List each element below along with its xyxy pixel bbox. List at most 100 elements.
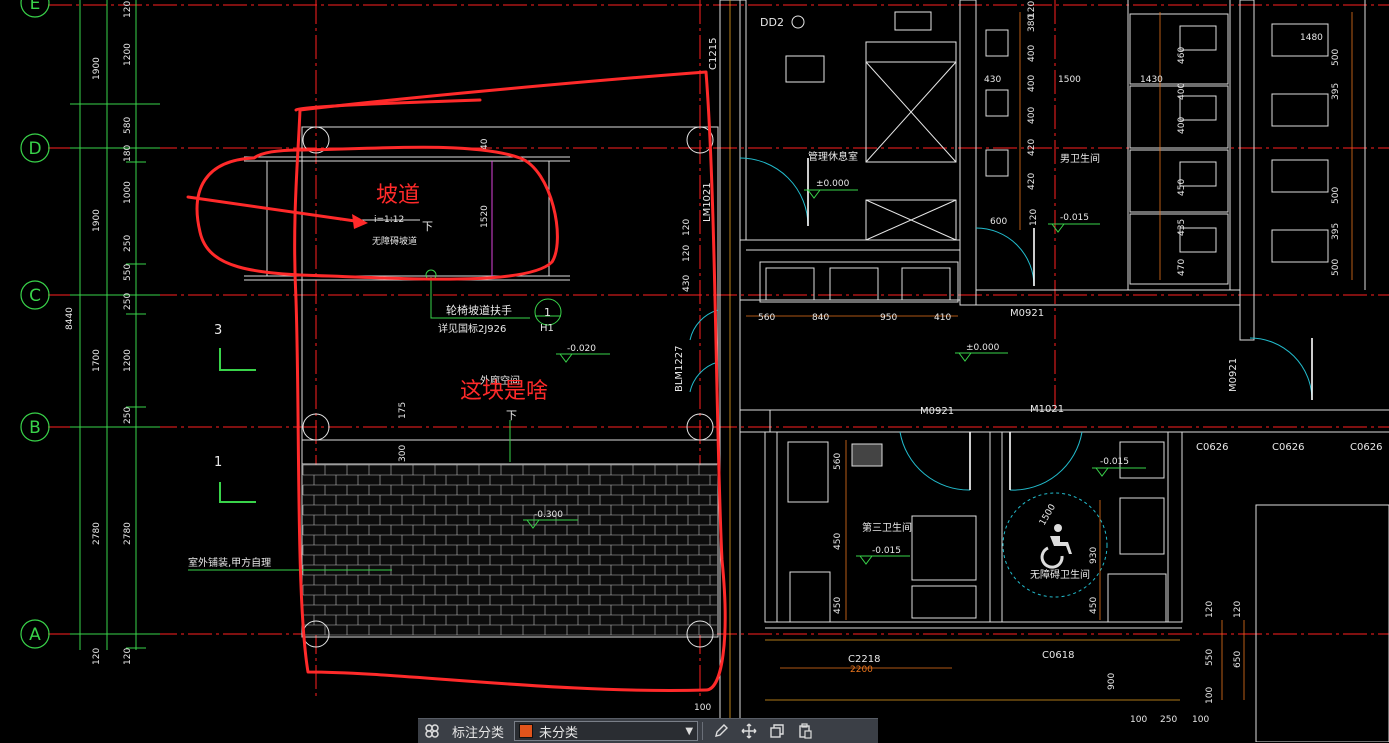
ramp-dim-40: 40: [480, 138, 490, 150]
door-tag-blm1227: BLM1227: [674, 345, 685, 392]
section-mark-3: 3: [214, 323, 222, 338]
dim-right: 400: [1177, 117, 1187, 134]
manager-room-label: 管理休息室: [808, 150, 858, 163]
axis-label-e: E: [30, 0, 41, 14]
pencil-icon[interactable]: [707, 719, 735, 743]
dim-120: 120: [682, 245, 692, 262]
dim-120: 120: [1029, 209, 1039, 226]
category-dropdown[interactable]: 未分类 ▼: [514, 721, 699, 741]
window-tag-c0618: C0618: [1042, 650, 1074, 661]
dim-right: 500: [1331, 259, 1341, 276]
door-tag-m1021: M1021: [1030, 404, 1064, 415]
window-tag-c0626: C0626: [1196, 442, 1228, 453]
window-tag-c0626: C0626: [1350, 442, 1382, 453]
dim-left-1000: 1000: [123, 181, 133, 204]
window-tag-c2218: C2218: [848, 654, 880, 665]
dim-left-1200a: 1200: [123, 43, 133, 66]
axis-label-b: B: [29, 418, 41, 438]
move-icon[interactable]: [735, 719, 763, 743]
dim-stall: 400: [1027, 45, 1037, 62]
toolbar-divider: [702, 722, 704, 740]
dim-bottom: 250: [1160, 715, 1177, 725]
dim-left-1900a: 1900: [92, 57, 102, 80]
manager-room-elevation: ±0.000: [816, 179, 850, 189]
dim-sink-560: 560: [758, 313, 775, 323]
dim-1500: 1500: [1058, 75, 1081, 85]
axis-label-a: A: [29, 625, 41, 645]
dim-left-550: 550: [123, 264, 133, 281]
dim-third: 450: [833, 597, 843, 614]
dim-sink-410: 410: [934, 313, 951, 323]
paving-note-text: 室外铺装,甲方自理: [188, 556, 271, 569]
dim-right: 400: [1177, 83, 1187, 100]
third-restroom-elevation: -0.015: [872, 546, 901, 556]
dim-bottom: 100: [1205, 687, 1215, 704]
category-dropdown-value: 未分类: [539, 725, 579, 741]
dim-430: 430: [984, 75, 1001, 85]
dim-right: 395: [1331, 223, 1341, 240]
category-label: 标注分类: [452, 725, 505, 741]
dim-right: 460: [1177, 47, 1187, 64]
dim-bottom: 2200: [850, 665, 873, 675]
cad-drawing-canvas[interactable]: E D C B A 1900 1900 8440 1700 2780 120 1…: [0, 0, 1389, 742]
third-restroom-label: 第三卫生间: [862, 521, 912, 534]
door-tag-m0921: M0921: [920, 406, 954, 417]
dim-right: 470: [1177, 259, 1187, 276]
dim-left-250c: 250: [123, 407, 133, 424]
dim-bottom: 100: [1130, 715, 1147, 725]
dim-left-1700: 1700: [92, 349, 102, 372]
dim-bottom: 650: [1233, 651, 1243, 668]
ramp-annotation-text: 坡道: [376, 183, 420, 208]
dim-left-250b: 250: [123, 293, 133, 310]
ramp-down-text: 下: [422, 220, 433, 233]
ramp-handrail-ref: 详见国标2J926: [438, 322, 506, 335]
dim-stall: 420: [1027, 173, 1037, 190]
dim-bottom: 900: [1107, 673, 1117, 690]
ramp-label-text: 无障碍坡道: [372, 235, 417, 247]
chevron-down-icon: ▼: [685, 725, 694, 737]
dim-430-120: 430: [682, 275, 692, 292]
dim-600: 600: [990, 217, 1007, 227]
dim-left-120b: 120: [123, 1, 133, 18]
dim-third: 560: [833, 453, 843, 470]
accessible-restroom-label: 无障碍卫生间: [1030, 568, 1090, 581]
detail-number: 1: [544, 306, 551, 319]
axis-label-d: D: [28, 139, 41, 159]
ramp-slope-text: i=1:12: [374, 215, 404, 225]
dim-acc: 930: [1089, 547, 1099, 564]
window-tag-c1215: C1215: [708, 38, 719, 70]
dim-right: 435: [1177, 219, 1187, 236]
dim-left-250a: 250: [123, 235, 133, 252]
dim-bottom: 100: [1192, 715, 1209, 725]
dim-bottom: 120: [1205, 601, 1215, 618]
elevation-text: -0.020: [567, 344, 596, 354]
paving-hatch: [302, 464, 717, 636]
dim-left-1900b: 1900: [92, 209, 102, 232]
axis-label-c: C: [29, 286, 41, 306]
dim-stall: 400: [1027, 75, 1037, 92]
dim-left-1200b: 1200: [123, 349, 133, 372]
elevation-text: -0.300: [534, 510, 563, 520]
section-mark-1: 1: [214, 455, 222, 470]
dim-stall: 400: [1027, 107, 1037, 124]
detail-sheet: H1: [540, 323, 554, 334]
copy-icon[interactable]: [763, 719, 791, 743]
dim-left-120c: 120: [123, 648, 133, 665]
dim-left-180: 180: [123, 145, 133, 162]
dim-120: 120: [682, 219, 692, 236]
dim-right: 500: [1331, 187, 1341, 204]
window-tag-c0626: C0626: [1272, 442, 1304, 453]
mens-room-label: 男卫生间: [1060, 152, 1100, 165]
dim-acc: 450: [1089, 597, 1099, 614]
dim-300: 300: [398, 445, 408, 462]
dim-stall: 120: [1027, 1, 1037, 18]
dim-left-2780a: 2780: [92, 522, 102, 545]
dim-sink-840: 840: [812, 313, 829, 323]
dim-right: 1480: [1300, 33, 1323, 43]
paste-icon[interactable]: [791, 719, 819, 743]
dim-175: 175: [398, 402, 408, 419]
door-tag-m0921: M0921: [1010, 308, 1044, 319]
dim-bottom: 100: [694, 703, 711, 713]
tag-icon[interactable]: [418, 719, 446, 743]
dim-right: 500: [1331, 49, 1341, 66]
